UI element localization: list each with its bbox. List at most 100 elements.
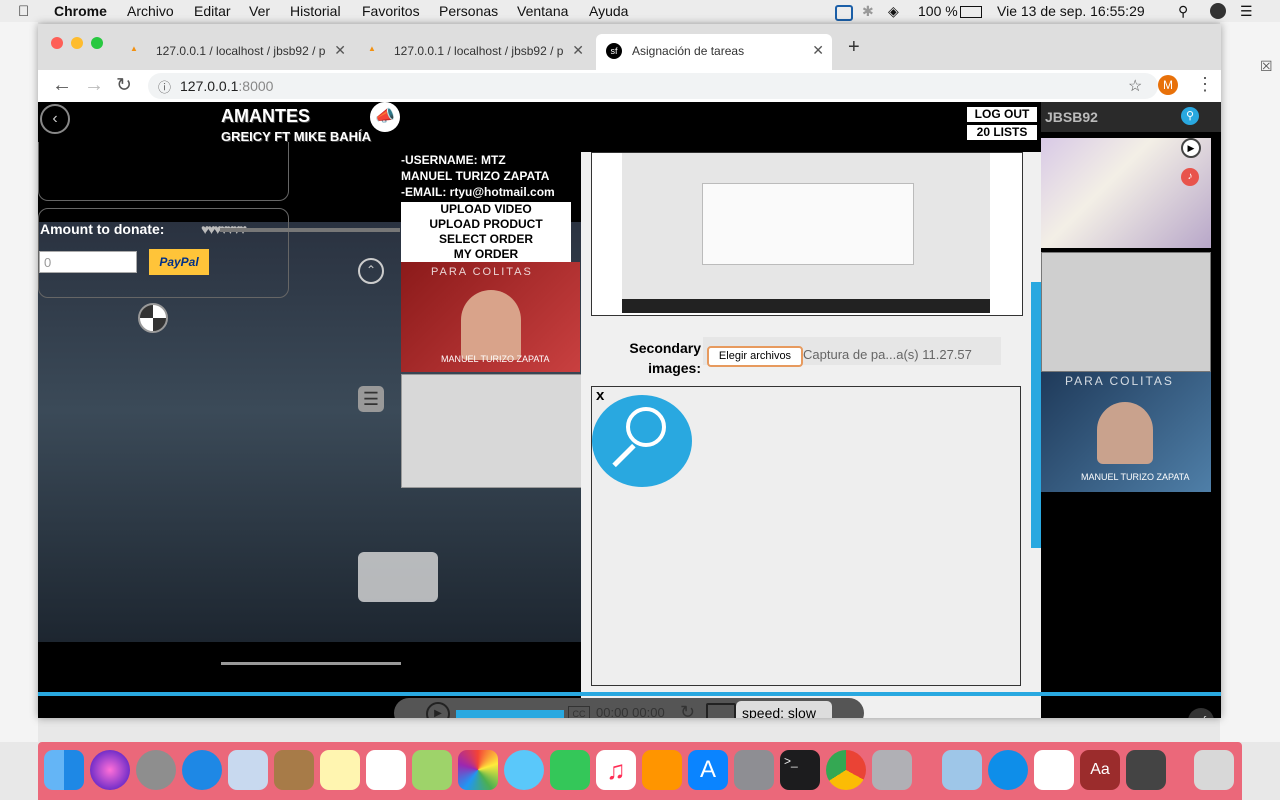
donate-amount-input[interactable]: 0 (39, 251, 137, 273)
video-frame-object (358, 552, 438, 602)
books-icon[interactable] (642, 750, 682, 790)
spotlight-icon[interactable]: ⚲ (1178, 3, 1188, 20)
guitar-icon[interactable]: ♪ (1181, 168, 1199, 186)
messages-icon[interactable] (504, 750, 544, 790)
zoom-icon[interactable] (592, 395, 692, 487)
logout-button[interactable]: LOG OUT (966, 106, 1038, 123)
search-icon[interactable]: ⚲ (1181, 107, 1199, 125)
back-circle-icon[interactable]: ‹ (40, 104, 70, 134)
menu-app-name[interactable]: Chrome (54, 3, 107, 19)
music-icon[interactable]: ♫ (596, 750, 636, 790)
window-minimize-button[interactable] (71, 37, 83, 49)
scroll-up-icon[interactable]: ⌃ (358, 258, 384, 284)
screen-icon[interactable] (706, 703, 736, 718)
dictionary-icon[interactable]: Aa (1080, 750, 1120, 790)
tab-phpmyadmin-2[interactable]: ▲ 127.0.0.1 / localhost / jbsb92 / p ✕ (358, 34, 592, 70)
systemprefs-icon[interactable] (734, 750, 774, 790)
safari-icon[interactable] (182, 750, 222, 790)
preferences-icon[interactable] (872, 750, 912, 790)
bluetooth-icon[interactable]: ✱ (862, 3, 874, 20)
teamviewer-icon[interactable] (988, 750, 1028, 790)
player-progress-bar[interactable] (38, 692, 1221, 696)
file-input[interactable]: Elegir archivos Captura de pa...a(s) 11.… (703, 337, 1001, 367)
terminal-icon[interactable]: >_ (780, 750, 820, 790)
chrome-icon[interactable] (826, 750, 866, 790)
menu-select-order[interactable]: SELECT ORDER (401, 232, 571, 247)
menu-historial[interactable]: Historial (290, 3, 341, 19)
finder-icon[interactable] (44, 750, 84, 790)
paypal-button[interactable]: PayPal (149, 249, 209, 275)
tab-close-icon[interactable]: ✕ (334, 42, 346, 59)
captions-icon[interactable]: CC (568, 706, 590, 718)
user-info: -USERNAME: MTZ MANUEL TURIZO ZAPATA -EMA… (401, 152, 555, 200)
trash-icon[interactable] (1194, 750, 1234, 790)
facetime-icon[interactable] (550, 750, 590, 790)
play-button-icon[interactable]: ▶ (426, 702, 450, 718)
user-account-icon[interactable] (1210, 3, 1226, 19)
close-icon[interactable]: ☒ (1260, 58, 1273, 75)
window-close-button[interactable] (51, 37, 63, 49)
seek-slider[interactable] (456, 710, 564, 718)
menu-ayuda[interactable]: Ayuda (589, 3, 628, 19)
tab-phpmyadmin-1[interactable]: ▲ 127.0.0.1 / localhost / jbsb92 / p ✕ (120, 34, 354, 70)
page-scrollbar[interactable] (1031, 282, 1041, 548)
menu-upload-product[interactable]: UPLOAD PRODUCT (401, 217, 571, 232)
info-icon[interactable]: ⓘ (158, 77, 171, 96)
calculator-icon[interactable] (1126, 750, 1166, 790)
video-thumbnail-1[interactable]: ▶ ♪ (1041, 138, 1211, 248)
speed-select[interactable]: speed: slow (736, 701, 832, 718)
wifi-icon[interactable]: ◈ (888, 3, 899, 20)
tab-close-icon[interactable]: ✕ (812, 42, 824, 59)
menu-upload-video[interactable]: UPLOAD VIDEO (401, 202, 571, 217)
lists-button[interactable]: 20 LISTS (966, 124, 1038, 141)
repeat-icon[interactable]: ↻ (680, 702, 695, 718)
bookmark-star-icon[interactable]: ☆ (1128, 76, 1142, 96)
clock[interactable]: Vie 13 de sep. 16:55:29 (997, 3, 1145, 19)
menu-ventana[interactable]: Ventana (517, 3, 568, 19)
battery-percent[interactable]: 100 % (918, 3, 958, 19)
battery-icon[interactable] (960, 6, 982, 18)
profile-avatar[interactable]: M (1158, 75, 1178, 95)
notes-icon[interactable] (320, 750, 360, 790)
menu-favoritos[interactable]: Favoritos (362, 3, 420, 19)
volume-slider[interactable] (220, 228, 400, 232)
new-tab-icon[interactable]: + (848, 36, 860, 59)
address-bar[interactable]: ⓘ 127.0.0.1:8000 ☆ (148, 73, 1158, 99)
tab-asignacion-tareas[interactable]: sf Asignación de tareas ✕ (596, 34, 832, 70)
back-icon[interactable]: ← (52, 74, 72, 97)
menu-editar[interactable]: Editar (194, 3, 231, 19)
chrome-menu-icon[interactable]: ⋮ (1196, 74, 1214, 95)
maps-icon[interactable] (412, 750, 452, 790)
menu-archivo[interactable]: Archivo (127, 3, 174, 19)
screenshot-thumbnail[interactable] (401, 374, 582, 488)
album-cover-image[interactable]: PARA COLITAS MANUEL TURIZO ZAPATA (401, 262, 580, 372)
tab-close-icon[interactable]: ✕ (572, 42, 584, 59)
menu-ver[interactable]: Ver (249, 3, 270, 19)
teamviewer-status-icon[interactable] (835, 5, 853, 21)
siri-icon[interactable] (90, 750, 130, 790)
user-email: -EMAIL: rtyu@hotmail.com (401, 185, 555, 199)
reminders-icon[interactable] (366, 750, 406, 790)
menu-my-order[interactable]: MY ORDER (401, 247, 571, 262)
mail-icon[interactable] (228, 750, 268, 790)
menu-list-icon[interactable]: ☰ (358, 386, 384, 412)
window-zoom-button[interactable] (91, 37, 103, 49)
appstore-icon[interactable]: A (688, 750, 728, 790)
launchpad-icon[interactable] (136, 750, 176, 790)
photos-icon[interactable] (458, 750, 498, 790)
notification-center-icon[interactable]: ☰ (1240, 3, 1253, 20)
apple-icon[interactable]:  (18, 3, 29, 20)
megaphone-icon[interactable]: 📣 (370, 102, 400, 132)
textedit-icon[interactable] (1034, 750, 1074, 790)
video-thumbnail-2[interactable] (1041, 252, 1211, 372)
reload-icon[interactable]: ↻ (116, 74, 132, 97)
virtualbox-icon[interactable] (942, 750, 982, 790)
menu-personas[interactable]: Personas (439, 3, 498, 19)
video-thumbnail-3[interactable]: PARA COLITAS MANUEL TURIZO ZAPATA (1041, 372, 1211, 492)
contacts-icon[interactable] (274, 750, 314, 790)
choose-files-button[interactable]: Elegir archivos (707, 346, 803, 367)
remove-image-button[interactable]: x (596, 387, 604, 404)
forward-icon[interactable]: → (84, 74, 104, 97)
time-display: 00:00 00:00 (596, 705, 665, 718)
play-icon[interactable]: ▶ (1181, 138, 1201, 158)
